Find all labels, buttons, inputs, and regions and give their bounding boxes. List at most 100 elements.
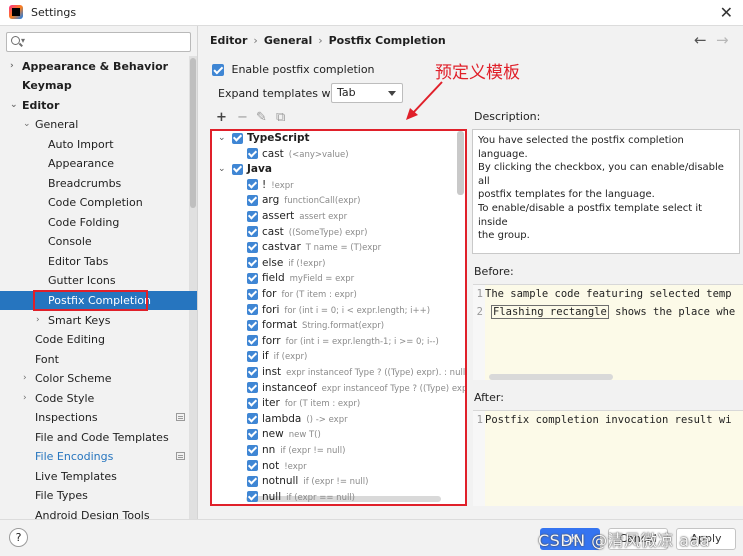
- checkbox-checked-icon[interactable]: [247, 397, 258, 409]
- checkbox-checked-icon[interactable]: [247, 335, 258, 347]
- checkbox-checked-icon[interactable]: [247, 272, 258, 284]
- checkbox-checked-icon[interactable]: [232, 132, 243, 144]
- template-row[interactable]: fori for (int i = 0; i < expr.length; i++…: [212, 303, 457, 319]
- sidebar-item-live-templates[interactable]: Live Templates: [35, 467, 117, 486]
- checkbox-checked-icon[interactable]: [247, 304, 258, 316]
- before-hscrollbar[interactable]: [489, 374, 613, 380]
- sidebar-item-appearance-behavior[interactable]: › Appearance & Behavior: [10, 57, 168, 76]
- template-row[interactable]: for for (T item : expr): [212, 287, 457, 303]
- template-row[interactable]: iter for (T item : expr): [212, 396, 457, 412]
- template-row[interactable]: nn if (expr != null): [212, 443, 457, 459]
- template-row[interactable]: notnull if (expr != null): [212, 474, 457, 490]
- sidebar-item-font[interactable]: Font: [35, 350, 59, 369]
- checkbox-checked-icon[interactable]: [247, 444, 258, 456]
- template-row[interactable]: new new T(): [212, 427, 457, 443]
- sidebar-item-console[interactable]: Console: [48, 232, 92, 251]
- back-arrow-icon[interactable]: ←: [694, 31, 707, 49]
- checkbox-checked-icon[interactable]: [247, 288, 258, 300]
- intellij-logo-icon: [9, 5, 23, 19]
- sidebar-item-smart-keys[interactable]: › Smart Keys: [36, 311, 110, 330]
- template-row[interactable]: lambda () -> expr: [212, 412, 457, 428]
- sidebar-item-editor-tabs[interactable]: Editor Tabs: [48, 252, 108, 271]
- checkbox-checked-icon[interactable]: [247, 226, 258, 238]
- sidebar-item-auto-import[interactable]: Auto Import: [48, 135, 114, 154]
- checkbox-checked-icon[interactable]: [247, 491, 258, 503]
- sidebar-item-android-design-tools[interactable]: Android Design Tools: [35, 506, 150, 519]
- breadcrumb-item[interactable]: General: [264, 34, 312, 47]
- checkbox-checked-icon[interactable]: [247, 257, 258, 269]
- checkbox-checked-icon[interactable]: [247, 475, 258, 487]
- chevron-down-icon[interactable]: ⌄: [218, 162, 226, 178]
- expand-key-select[interactable]: Tab: [331, 83, 403, 103]
- template-row[interactable]: format String.format(expr): [212, 318, 457, 334]
- sidebar-item-code-style[interactable]: › Code Style: [23, 389, 94, 408]
- close-icon[interactable]: ✕: [720, 3, 733, 22]
- sidebar-item-general[interactable]: ⌄ General: [23, 115, 78, 134]
- chevron-right-icon[interactable]: ›: [23, 369, 27, 388]
- template-row[interactable]: ! !expr: [212, 178, 457, 194]
- remove-icon[interactable]: −: [237, 110, 248, 126]
- template-key: arg functionCall(expr): [262, 193, 360, 210]
- chevron-down-icon[interactable]: ⌄: [23, 115, 31, 134]
- template-row[interactable]: field myField = expr: [212, 271, 457, 287]
- checkbox-checked-icon[interactable]: [247, 319, 258, 331]
- template-row[interactable]: castvar T name = (T)expr: [212, 240, 457, 256]
- sidebar-item-inspections[interactable]: Inspections: [35, 408, 98, 427]
- template-group-row[interactable]: ⌄ TypeScript: [212, 131, 457, 147]
- code-line: 1 The sample code featuring selected temp: [473, 286, 732, 303]
- checkbox-checked-icon[interactable]: [247, 148, 258, 160]
- sidebar-item-file-code-templates[interactable]: File and Code Templates: [35, 428, 169, 447]
- sidebar-item-code-editing[interactable]: Code Editing: [35, 330, 105, 349]
- template-group-row[interactable]: ⌄ Java: [212, 162, 457, 178]
- search-input[interactable]: ▾: [6, 32, 191, 52]
- sidebar-item-keymap[interactable]: Keymap: [22, 76, 72, 95]
- sidebar-item-appearance[interactable]: Appearance: [48, 154, 114, 173]
- checkbox-checked-icon[interactable]: [247, 413, 258, 425]
- sidebar-item-file-types[interactable]: File Types: [35, 486, 88, 505]
- checkbox-checked-icon[interactable]: [247, 210, 258, 222]
- chevron-right-icon[interactable]: ›: [10, 57, 14, 76]
- checkbox-checked-icon[interactable]: [247, 179, 258, 191]
- sidebar-item-gutter-icons[interactable]: Gutter Icons: [48, 271, 116, 290]
- checkbox-checked-icon[interactable]: [247, 428, 258, 440]
- checkbox-checked-icon[interactable]: [247, 350, 258, 362]
- copy-icon[interactable]: ⧉: [276, 110, 285, 126]
- sidebar-scrollbar[interactable]: [189, 56, 197, 519]
- template-row[interactable]: instanceof expr instanceof Type ? ((Type)…: [212, 381, 465, 397]
- sidebar-item-code-folding[interactable]: Code Folding: [48, 213, 119, 232]
- template-row[interactable]: cast ((SomeType) expr): [212, 225, 457, 241]
- template-row[interactable]: null if (expr == null): [212, 490, 457, 504]
- template-row[interactable]: arg functionCall(expr): [212, 193, 457, 209]
- checkbox-checked-icon[interactable]: [247, 382, 258, 394]
- chevron-right-icon[interactable]: ›: [23, 389, 27, 408]
- template-row[interactable]: not !expr: [212, 459, 457, 475]
- sidebar-item-editor[interactable]: ⌄ Editor: [10, 96, 59, 115]
- sidebar-item-file-encodings[interactable]: File Encodings: [35, 447, 113, 466]
- template-row[interactable]: if if (expr): [212, 349, 457, 365]
- chevron-down-icon[interactable]: ⌄: [218, 131, 226, 147]
- chevron-down-icon[interactable]: ⌄: [10, 96, 18, 115]
- checkbox-checked-icon[interactable]: [247, 241, 258, 253]
- templates-scrollbar[interactable]: [457, 131, 464, 195]
- checkbox-checked-icon[interactable]: [232, 163, 243, 175]
- checkbox-checked-icon[interactable]: [247, 366, 258, 378]
- checkbox-checked-icon[interactable]: [247, 194, 258, 206]
- checkbox-checked-icon[interactable]: [247, 460, 258, 472]
- template-row[interactable]: forr for (int i = expr.length-1; i >= 0; …: [212, 334, 457, 350]
- template-row[interactable]: inst expr instanceof Type ? ((Type) expr)…: [212, 365, 465, 381]
- sidebar-item-code-completion[interactable]: Code Completion: [48, 193, 143, 212]
- enable-postfix-checkbox[interactable]: Enable postfix completion: [212, 63, 375, 76]
- help-button[interactable]: ?: [9, 528, 28, 547]
- edit-icon[interactable]: ✎: [256, 110, 267, 126]
- add-icon[interactable]: +: [216, 110, 227, 126]
- checkbox-checked-icon[interactable]: [212, 64, 224, 76]
- template-row[interactable]: cast (<any>value): [212, 147, 457, 163]
- breadcrumb-item[interactable]: Editor: [210, 34, 247, 47]
- sidebar-item-breadcrumbs[interactable]: Breadcrumbs: [48, 174, 121, 193]
- template-row[interactable]: else if (!expr): [212, 256, 457, 272]
- sidebar-item-color-scheme[interactable]: › Color Scheme: [23, 369, 111, 388]
- search-options-icon[interactable]: ▾: [21, 36, 25, 45]
- description-label: Description:: [474, 110, 541, 123]
- chevron-right-icon[interactable]: ›: [36, 311, 40, 330]
- template-row[interactable]: assert assert expr: [212, 209, 457, 225]
